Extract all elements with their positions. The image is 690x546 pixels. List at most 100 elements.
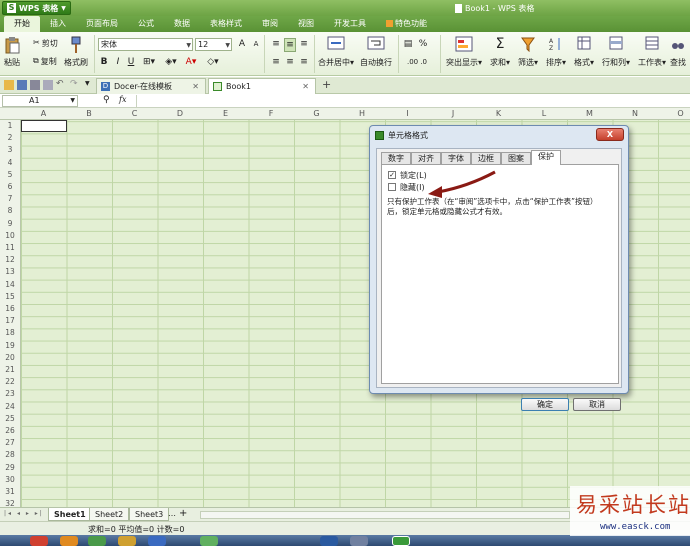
- menu-page-layout[interactable]: 页面布局: [76, 16, 128, 32]
- print-icon[interactable]: [30, 80, 40, 90]
- column-header[interactable]: D: [158, 109, 203, 118]
- row-header[interactable]: 19: [0, 341, 20, 350]
- italic-button[interactable]: I: [112, 56, 124, 68]
- row-header[interactable]: 21: [0, 365, 20, 374]
- row-header[interactable]: 32: [0, 499, 20, 507]
- align-middle-icon[interactable]: ≡: [284, 38, 296, 52]
- column-header[interactable]: E: [203, 109, 248, 118]
- name-box[interactable]: A1 ▼: [2, 95, 78, 107]
- row-header[interactable]: 28: [0, 450, 20, 459]
- row-header[interactable]: 20: [0, 353, 20, 362]
- row-header[interactable]: 17: [0, 316, 20, 325]
- row-header[interactable]: 25: [0, 414, 20, 423]
- tab-protection[interactable]: 保护: [531, 150, 561, 165]
- row-header[interactable]: 26: [0, 426, 20, 435]
- row-header[interactable]: 16: [0, 304, 20, 313]
- bold-button[interactable]: B: [98, 56, 110, 68]
- save-icon[interactable]: [17, 80, 27, 90]
- cut-button[interactable]: ✂ 剪切: [33, 38, 58, 49]
- customize-toolbar-icon[interactable]: ▼: [85, 80, 95, 90]
- row-header[interactable]: 30: [0, 475, 20, 484]
- row-header[interactable]: 27: [0, 438, 20, 447]
- paste-button[interactable]: 粘贴: [4, 36, 20, 68]
- hidden-checkbox[interactable]: [388, 183, 396, 191]
- row-header[interactable]: 5: [0, 170, 20, 179]
- formula-input[interactable]: [136, 95, 688, 107]
- ok-button[interactable]: 确定: [521, 398, 569, 411]
- clear-format-icon[interactable]: ◇▾: [204, 56, 222, 68]
- column-header[interactable]: G: [294, 109, 339, 118]
- font-name-select[interactable]: 宋体 ▼: [98, 38, 193, 51]
- zoom-icon[interactable]: ⚲: [103, 95, 110, 105]
- row-header[interactable]: 13: [0, 267, 20, 276]
- menu-insert[interactable]: 插入: [40, 16, 76, 32]
- row-header[interactable]: 31: [0, 487, 20, 496]
- percent-button[interactable]: %: [416, 38, 430, 50]
- menu-home[interactable]: 开始: [4, 16, 40, 32]
- selected-cell-a1[interactable]: [21, 120, 67, 132]
- sum-button[interactable]: Σ 求和▾: [490, 36, 510, 68]
- row-header[interactable]: 15: [0, 292, 20, 301]
- taskbar-app-icon[interactable]: [320, 536, 338, 546]
- row-header[interactable]: 1: [0, 121, 20, 130]
- format-painter-button[interactable]: 格式刷: [64, 36, 88, 68]
- close-icon[interactable]: ✕: [302, 82, 309, 91]
- row-header[interactable]: 29: [0, 463, 20, 472]
- column-header[interactable]: A: [21, 109, 66, 118]
- horizontal-scrollbar[interactable]: [200, 511, 570, 519]
- fx-button[interactable]: fx: [119, 95, 126, 104]
- preview-icon[interactable]: [43, 80, 53, 90]
- fill-color-icon[interactable]: ◈▾: [162, 56, 180, 68]
- menu-data[interactable]: 数据: [164, 16, 200, 32]
- column-header[interactable]: J: [431, 109, 476, 118]
- redo-icon[interactable]: ↷: [70, 79, 82, 89]
- currency-icon[interactable]: ▤: [402, 38, 414, 50]
- add-sheet-button[interactable]: +: [179, 508, 187, 519]
- copy-button[interactable]: ⧉ 复制: [33, 56, 57, 67]
- row-header[interactable]: 8: [0, 206, 20, 215]
- conditional-format-button[interactable]: 突出显示▾: [446, 36, 482, 68]
- menu-review[interactable]: 审阅: [252, 16, 288, 32]
- menu-developer[interactable]: 开发工具: [324, 16, 376, 32]
- column-header[interactable]: L: [522, 109, 567, 118]
- menu-view[interactable]: 视图: [288, 16, 324, 32]
- menu-formula[interactable]: 公式: [128, 16, 164, 32]
- column-header[interactable]: F: [249, 109, 294, 118]
- row-header[interactable]: 22: [0, 377, 20, 386]
- open-folder-icon[interactable]: [4, 80, 14, 90]
- column-header[interactable]: H: [340, 109, 385, 118]
- row-header[interactable]: 9: [0, 219, 20, 228]
- align-top-icon[interactable]: ≡: [270, 38, 282, 50]
- dialog-title-bar[interactable]: 单元格格式 X: [370, 126, 628, 144]
- worksheet-button[interactable]: 工作表▾: [638, 36, 666, 68]
- taskbar-app-icon[interactable]: [350, 536, 368, 546]
- tab-book1[interactable]: Book1 ✕: [208, 78, 316, 94]
- row-col-button[interactable]: 行和列▾: [602, 36, 630, 68]
- underline-button[interactable]: U: [125, 56, 137, 68]
- decimal-icon[interactable]: .00 .0: [402, 56, 432, 68]
- filter-button[interactable]: 筛选▾: [518, 36, 538, 68]
- taskbar-app-icon[interactable]: [88, 536, 106, 546]
- column-header[interactable]: B: [67, 109, 112, 118]
- align-right-icon[interactable]: ≡: [298, 56, 310, 68]
- column-header[interactable]: N: [613, 109, 658, 118]
- sheet-tab-3[interactable]: Sheet3: [129, 508, 170, 521]
- tab-docer[interactable]: D Docer-在线模板 ✕: [96, 78, 206, 94]
- row-header[interactable]: 4: [0, 158, 20, 167]
- row-header[interactable]: 11: [0, 243, 20, 252]
- row-header[interactable]: 23: [0, 389, 20, 398]
- format-button[interactable]: 格式▾: [574, 36, 594, 68]
- find-button[interactable]: 查找: [670, 36, 686, 68]
- sheet-tab-2[interactable]: Sheet2: [89, 508, 130, 521]
- taskbar-app-icon[interactable]: [30, 536, 48, 546]
- font-size-select[interactable]: 12 ▼: [195, 38, 232, 51]
- taskbar-app-icon[interactable]: [148, 536, 166, 546]
- taskbar-app-icon[interactable]: [118, 536, 136, 546]
- app-menu-button[interactable]: S WPS 表格 ▼: [2, 1, 71, 15]
- sheet-tab-1[interactable]: Sheet1: [48, 508, 92, 521]
- menu-table-style[interactable]: 表格样式: [200, 16, 252, 32]
- more-sheets-button[interactable]: …: [168, 509, 176, 518]
- lock-checkbox[interactable]: ✓: [388, 171, 396, 179]
- row-header[interactable]: 2: [0, 133, 20, 142]
- column-header[interactable]: M: [567, 109, 612, 118]
